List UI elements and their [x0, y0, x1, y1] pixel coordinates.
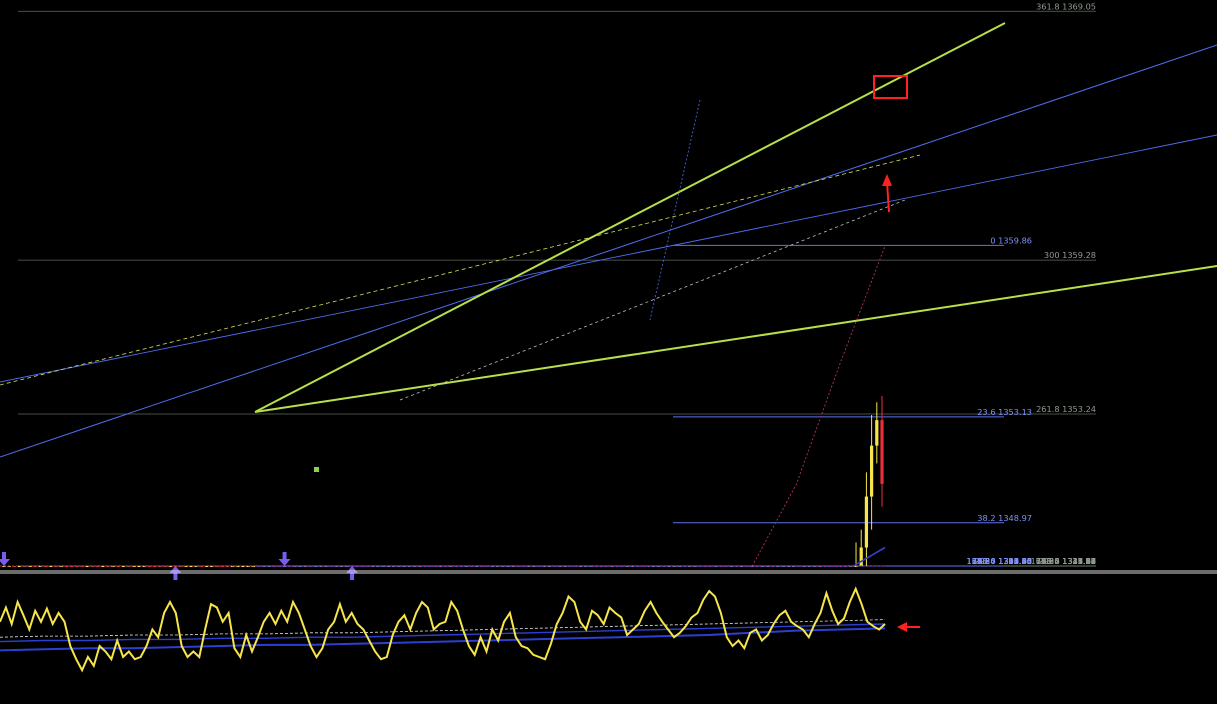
chart-background: [0, 0, 1217, 704]
candle-body: [880, 420, 884, 484]
fib-level-label-gray: 0 1311.83: [1054, 556, 1096, 566]
chart-root: 361.8 1369.05 300 1359.28 261.8 1353.24 224…: [0, 0, 1217, 704]
fib-level-label-gray: 300 1359.28: [1044, 250, 1096, 260]
candle-body: [864, 496, 869, 548]
fib-level-label-blue: 23.6 1353.13: [977, 407, 1032, 417]
fib-level-label-blue: 224 1296.00: [980, 556, 1032, 566]
fib-level-label-blue: 38.2 1348.97: [977, 513, 1032, 523]
fib-level-label-gray: 261.8 1353.24: [1036, 404, 1096, 414]
fib-level-label-blue: 0 1359.86: [990, 235, 1032, 245]
fib-level-label-gray: 361.8 1369.05: [1036, 1, 1096, 11]
candle-body: [875, 420, 879, 446]
marker-dot: [314, 467, 319, 472]
candle-body: [870, 445, 874, 497]
candle-body: [859, 547, 863, 566]
